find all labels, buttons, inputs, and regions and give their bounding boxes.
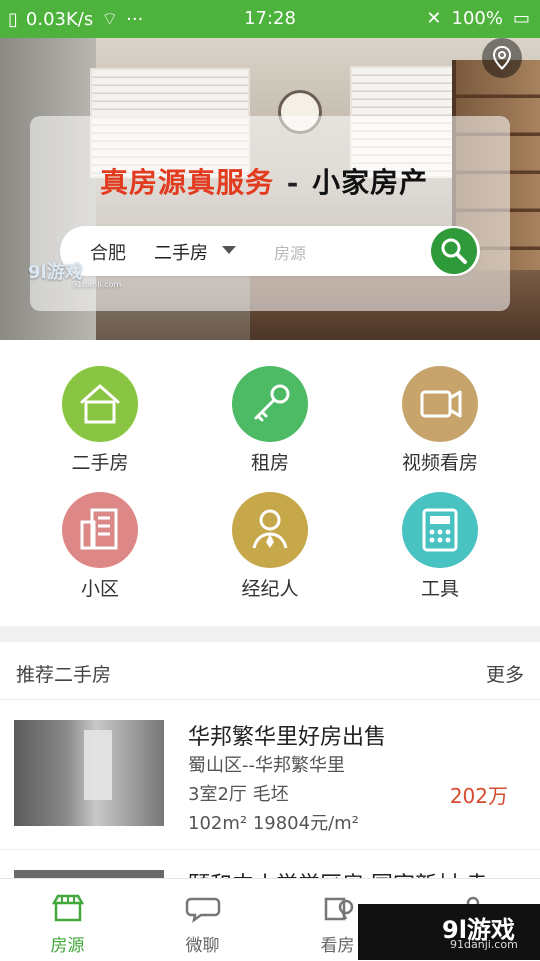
menu-icon-bg: [402, 366, 478, 442]
building-icon: [80, 508, 118, 550]
listing-photo-next: [14, 870, 164, 878]
watermark-url: 91danji.com: [72, 280, 122, 289]
tab-label: 房源: [50, 936, 85, 956]
headline-sep: -: [286, 166, 300, 199]
listing-title-next: 颐和中小学学区房 国宾新村 幸: [188, 867, 488, 878]
menu-icon-bg: [232, 492, 308, 568]
recommend-header: 推荐二手房 更多: [0, 642, 540, 700]
headline-black: 小家房产: [312, 166, 429, 199]
menu-label: 视频看房: [401, 452, 478, 474]
menu-item-agent[interactable]: 经纪人: [200, 492, 340, 612]
listing-area: 蜀山区--华邦繁华里: [188, 755, 345, 776]
listing-card-next[interactable]: 颐和中小学学区房 国宾新村 幸: [0, 850, 540, 878]
menu-label: 经纪人: [241, 578, 299, 600]
location-pin-icon: [492, 45, 512, 70]
menu-item-video-tour[interactable]: 视频看房: [370, 366, 510, 486]
watermark-logo: 9l游戏 91danji.com: [28, 258, 128, 290]
house-icon: [80, 383, 120, 424]
menu-item-rent[interactable]: 租房: [200, 366, 340, 486]
tab-listings[interactable]: 房源: [0, 879, 135, 961]
search-icon: [441, 238, 467, 264]
tab-label: 微聊: [185, 936, 220, 956]
search-input[interactable]: 房源: [274, 240, 306, 264]
battery-text: 100%: [451, 8, 503, 29]
location-button[interactable]: [482, 38, 522, 78]
more-link[interactable]: 更多: [486, 660, 524, 687]
listing-photo-window: [84, 730, 112, 800]
menu-label: 工具: [420, 578, 459, 600]
menu-label: 租房: [250, 452, 289, 474]
hero-headline: 真房源真服务 - 小家房产: [100, 161, 440, 199]
search-button[interactable]: [431, 228, 477, 274]
store-icon: [51, 894, 85, 922]
menu-label: 小区: [80, 578, 119, 600]
battery-icon: ▭: [512, 8, 530, 29]
status-bar: ▯ 0.03K/s ⌔ ··· 17:28 ✕ 100% ▭: [0, 0, 540, 38]
key-icon: [254, 384, 290, 422]
listing-rooms: 3室2厅 毛坯: [188, 784, 289, 805]
status-right: ✕ 100% ▭: [426, 8, 530, 29]
tab-chat[interactable]: 微聊: [135, 879, 270, 961]
listing-price: 202万: [449, 784, 508, 808]
headline-red: 真房源真服务: [100, 166, 275, 199]
listing-card[interactable]: 华邦繁华里好房出售 蜀山区--华邦繁华里 3室2厅 毛坯 102m² 19804…: [0, 700, 540, 850]
mute-icon: ✕: [426, 8, 442, 29]
watermark-corner-url: 91danji.com: [450, 938, 518, 951]
type-selector[interactable]: 二手房: [154, 239, 208, 265]
video-camera-icon: [420, 390, 462, 418]
chevron-down-icon[interactable]: [222, 246, 236, 254]
map-building-icon: [324, 897, 354, 921]
agent-icon: [252, 509, 288, 549]
menu-icon-bg: [62, 366, 138, 442]
menu-icon-bg: [232, 366, 308, 442]
recommend-title: 推荐二手房: [16, 664, 112, 686]
menu-item-secondhand[interactable]: 二手房: [30, 366, 170, 486]
feature-menu: 二手房 租房 视频看房 小区 经纪人 工具: [0, 340, 540, 626]
chat-bubble-icon: [185, 897, 221, 923]
listing-size: 102m² 19804元/m²: [188, 813, 359, 834]
menu-label: 二手房: [71, 452, 129, 474]
listing-photo: [14, 720, 164, 826]
menu-item-community[interactable]: 小区: [30, 492, 170, 612]
watermark-corner: 9l游戏 91danji.com: [358, 904, 540, 960]
menu-item-tools[interactable]: 工具: [370, 492, 510, 612]
section-divider: [0, 626, 540, 642]
calculator-icon: [422, 508, 458, 552]
listing-title: 华邦繁华里好房出售: [188, 725, 387, 750]
menu-icon-bg: [62, 492, 138, 568]
menu-icon-bg: [402, 492, 478, 568]
